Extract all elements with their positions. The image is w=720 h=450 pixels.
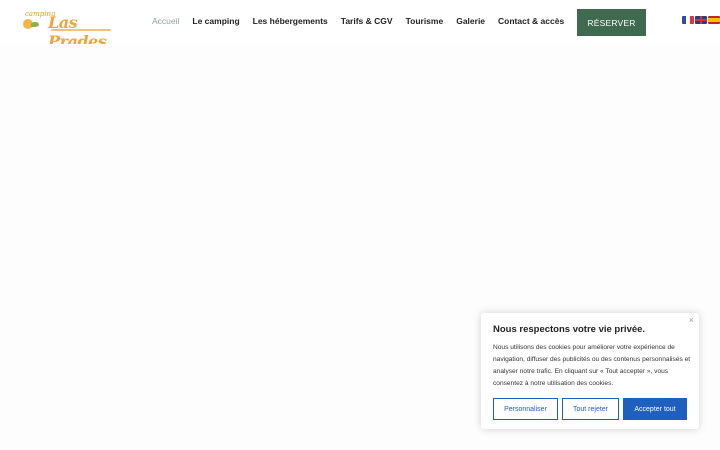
nav-item-tarifs[interactable]: Tarifs & CGV xyxy=(341,16,393,26)
cookie-title: Nous respectons votre vie privée. xyxy=(493,324,646,335)
main-nav: Accueil Le camping Les hébergements Tari… xyxy=(152,16,577,26)
site-logo[interactable]: camping Las Prades xyxy=(23,10,115,51)
nav-item-le-camping[interactable]: Le camping xyxy=(192,16,239,26)
es-flag-icon[interactable] xyxy=(708,16,720,24)
nav-item-tourisme[interactable]: Tourisme xyxy=(406,16,444,26)
reject-all-button[interactable]: Tout rejeter xyxy=(562,398,619,420)
accept-all-button[interactable]: Accepter tout xyxy=(623,398,687,420)
nav-item-galerie[interactable]: Galerie xyxy=(456,16,485,26)
site-header: camping Las Prades Accueil Le camping Le… xyxy=(0,0,720,51)
cookie-buttons: Personnaliser Tout rejeter Accepter tout xyxy=(493,398,691,420)
cookie-banner: × Nous respectons votre vie privée. Nous… xyxy=(481,313,699,429)
nav-item-accueil[interactable]: Accueil xyxy=(152,16,179,26)
language-switcher xyxy=(682,16,720,24)
close-icon[interactable]: × xyxy=(689,315,694,325)
logo-tagline-line xyxy=(51,29,111,31)
reserve-button[interactable]: RÉSERVER xyxy=(577,9,646,36)
leaf-icon xyxy=(31,22,39,27)
nav-item-hebergements[interactable]: Les hébergements xyxy=(253,16,328,26)
cookie-text: Nous utilisons des cookies pour améliore… xyxy=(493,344,691,387)
en-flag-icon[interactable] xyxy=(695,16,707,24)
fr-flag-icon[interactable] xyxy=(682,16,694,24)
nav-item-contact[interactable]: Contact & accès xyxy=(498,16,564,26)
customize-button[interactable]: Personnaliser xyxy=(493,398,558,420)
